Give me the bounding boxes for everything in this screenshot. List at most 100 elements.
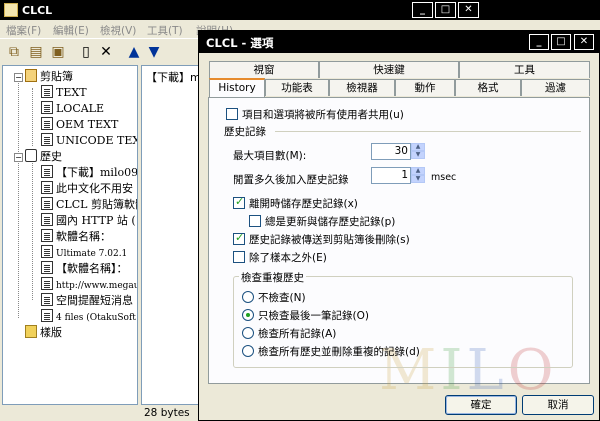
maximize-icon[interactable]: □ [551, 34, 571, 50]
tab-window[interactable]: 視窗 [209, 61, 319, 78]
tree-history-item[interactable]: 4 files (OtakuSoft [41, 309, 136, 325]
tree-history-item[interactable]: 此中文化不用安 [41, 181, 133, 197]
close-icon[interactable]: ✕ [458, 2, 479, 18]
delete-icon[interactable]: ✕ [98, 44, 114, 60]
history-icon [25, 149, 37, 162]
paste-icon[interactable]: ▤ [28, 44, 44, 60]
max-items-label: 最大項目數(M): [233, 150, 307, 162]
status-size: 28 bytes [144, 407, 190, 419]
collapse-icon[interactable]: − [14, 73, 23, 82]
document-icon [41, 101, 53, 114]
document-icon [41, 117, 53, 130]
ok-button[interactable]: 確定 [445, 395, 517, 415]
menu-tools[interactable]: 工具(T) [147, 23, 183, 38]
dup-all-delete-label: 檢查所有歷史並刪除重複的記錄(d) [258, 346, 420, 358]
tab-filter[interactable]: 過濾 [521, 79, 590, 96]
dup-all-delete-radio[interactable] [242, 345, 254, 357]
dup-all-label: 檢查所有記錄(A) [258, 328, 337, 340]
tree-history-item[interactable]: 【下載】milo0922 [41, 165, 137, 181]
tree-history-item[interactable]: http://www.megau [41, 277, 137, 293]
content-text: 【下載】m [146, 71, 201, 84]
close-icon[interactable]: ✕ [574, 34, 594, 50]
document-icon [41, 293, 53, 306]
save-on-exit-label: 離開時儲存歷史記錄(x) [249, 198, 358, 210]
tab-action[interactable]: 動作 [395, 79, 455, 96]
document-icon [41, 85, 53, 98]
spin-up-icon[interactable]: ▲ [411, 167, 425, 175]
document-icon [41, 133, 53, 146]
move-up-icon[interactable]: ▲ [126, 44, 142, 60]
dup-all-radio[interactable] [242, 327, 254, 339]
tab-viewer[interactable]: 檢視器 [329, 79, 395, 96]
tree-format-unicodetext[interactable]: UNICODE TEXT [41, 133, 137, 149]
spin-down-icon[interactable]: ▼ [411, 175, 425, 183]
tree-history-item[interactable]: Ultimate 7.02.1 [41, 245, 127, 261]
document-icon [41, 181, 53, 194]
dup-last-radio[interactable] [242, 309, 254, 321]
dup-last-label: 只檢查最後一筆記錄(O) [258, 310, 369, 322]
delete-on-send-checkbox[interactable] [233, 231, 245, 245]
copy-icon[interactable]: ⧉ [6, 44, 22, 60]
tab-menu[interactable]: 功能表 [265, 79, 329, 96]
tree-format-oemtext[interactable]: OEM TEXT [41, 117, 118, 133]
tab-hotkey[interactable]: 快速鍵 [319, 61, 459, 78]
folder-icon[interactable]: ▣ [50, 44, 66, 60]
spin-down-icon[interactable]: ▼ [411, 151, 425, 159]
clipboard-app-icon [4, 3, 18, 17]
share-all-users-checkbox[interactable] [226, 108, 238, 120]
document-icon [41, 309, 53, 322]
document-icon [41, 213, 53, 226]
duplicate-check-title: 檢查重複歷史 [239, 270, 306, 285]
document-icon [41, 229, 53, 242]
tree-template[interactable]: 樣版 [25, 325, 62, 341]
tree-history-item[interactable]: 【軟體名稱】： [41, 261, 128, 277]
tree-history-item[interactable]: 軟體名稱： [41, 229, 111, 245]
document-icon [41, 261, 53, 274]
dialog-title-bar[interactable]: CLCL - 選項 _ □ ✕ [199, 31, 599, 53]
menu-view[interactable]: 檢視(V) [100, 23, 136, 38]
menu-file[interactable]: 檔案(F) [6, 23, 41, 38]
divider [275, 131, 581, 132]
minimize-icon[interactable]: _ [412, 2, 433, 18]
tab-format[interactable]: 格式 [455, 79, 521, 96]
new-document-icon[interactable]: ▯ [78, 44, 94, 60]
folder-icon [25, 325, 37, 338]
tree-format-locale[interactable]: LOCALE [41, 101, 104, 117]
tree-format-text[interactable]: TEXT [41, 85, 87, 101]
tree-history-item[interactable]: 國內 HTTP 站 (1 [41, 213, 137, 229]
except-template-checkbox[interactable] [233, 251, 245, 263]
dialog-title: CLCL - 選項 [206, 36, 274, 50]
menu-edit[interactable]: 編輯(E) [53, 23, 89, 38]
always-update-label: 總是更新與儲存歷史記錄(p) [265, 216, 396, 228]
clipboard-tree[interactable]: − 剪貼簿 TEXT LOCALE OEM TEXT UNICODE TEXT … [2, 65, 138, 405]
always-update-checkbox[interactable] [249, 215, 261, 227]
tab-tools[interactable]: 工具 [459, 61, 590, 78]
tree-clipboard[interactable]: 剪貼簿 [25, 69, 73, 85]
main-title-bar[interactable]: CLCL _ □ ✕ [0, 0, 600, 20]
save-on-exit-checkbox[interactable] [233, 195, 245, 209]
tree-history-item[interactable]: CLCL 剪貼簿軟體 [41, 197, 137, 213]
document-icon [41, 197, 53, 210]
cancel-button[interactable]: 取消 [522, 395, 594, 415]
idle-delay-label: 閒置多久後加入歷史記錄 [233, 174, 349, 186]
tab-history[interactable]: History [209, 78, 265, 97]
main-window-title: CLCL [22, 4, 53, 17]
history-section-label: 歷史記錄 [224, 126, 266, 138]
maximize-icon[interactable]: □ [435, 2, 456, 18]
collapse-icon[interactable]: − [14, 153, 23, 162]
idle-delay-input[interactable]: 1 [371, 167, 411, 184]
tree-history[interactable]: 歷史 [25, 149, 62, 165]
history-tab-panel: MILO 0922 項目和選項將被所有使用者共用(u) 歷史記錄 最大項目數(M… [208, 97, 590, 411]
dup-none-radio[interactable] [242, 291, 254, 303]
max-items-input[interactable]: 30 [371, 143, 411, 160]
tree-history-item[interactable]: 空間提醒短消息 [41, 293, 133, 309]
document-icon [41, 277, 53, 290]
spin-up-icon[interactable]: ▲ [411, 143, 425, 151]
options-dialog: CLCL - 選項 _ □ ✕ 視窗 快速鍵 工具 History 功能表 檢視… [198, 30, 600, 421]
except-template-label: 除了樣本之外(E) [249, 252, 327, 264]
move-down-icon[interactable]: ▼ [146, 44, 162, 60]
minimize-icon[interactable]: _ [529, 34, 549, 50]
delete-on-send-label: 歷史記錄被傳送到剪貼簿後刪除(s) [249, 234, 410, 246]
idle-delay-unit: msec [431, 172, 457, 183]
clipboard-icon [25, 69, 37, 82]
